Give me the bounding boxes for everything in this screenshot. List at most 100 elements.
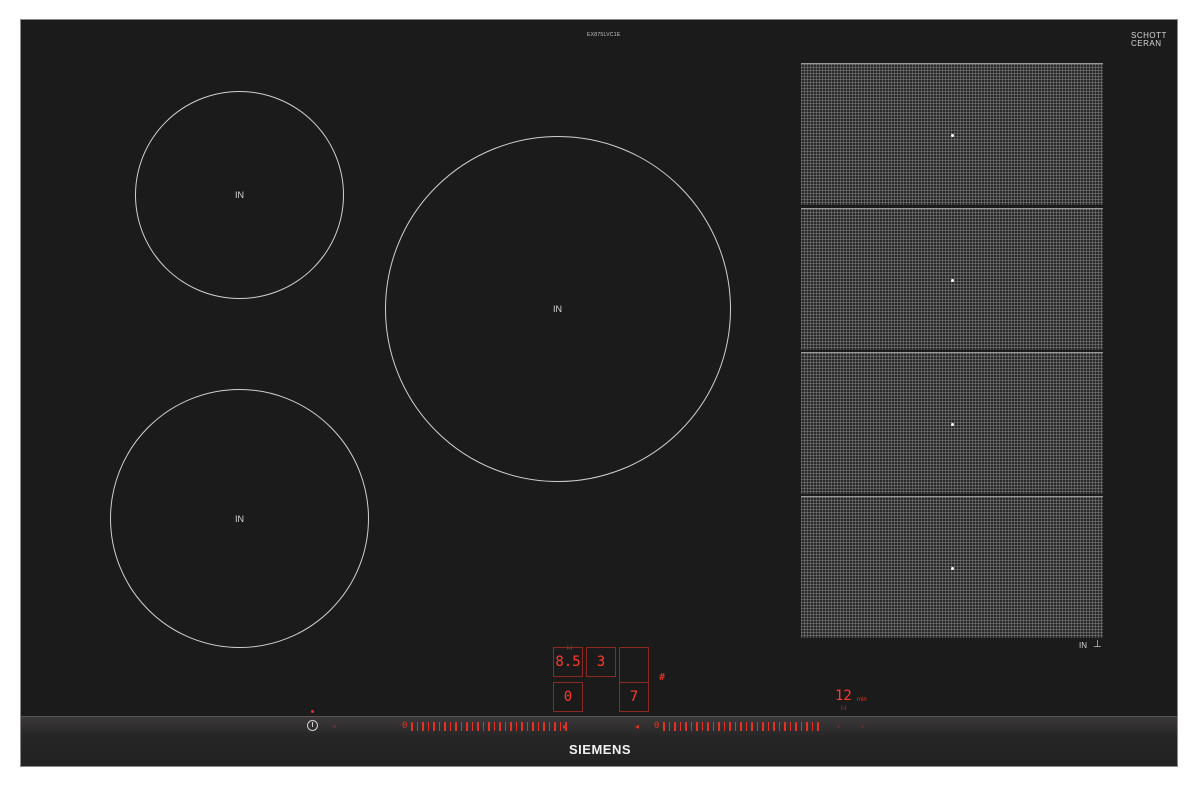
segment-marker: [951, 567, 954, 570]
slider-tick[interactable]: [679, 721, 682, 731]
slider-tick[interactable]: [433, 721, 435, 731]
slider-tick[interactable]: [767, 721, 770, 731]
timer-button-icon[interactable]: ◦: [837, 722, 840, 731]
display-value-e: 7: [629, 689, 639, 705]
slider-tick[interactable]: [723, 721, 726, 731]
slider-tick[interactable]: [422, 721, 424, 731]
slider-tick[interactable]: [438, 721, 441, 731]
brand-logo: SIEMENS: [569, 742, 632, 757]
slider-tick[interactable]: [784, 721, 786, 731]
display-value-a: 8.5: [555, 654, 581, 670]
slider-tick[interactable]: [510, 721, 512, 731]
slider-tick[interactable]: [806, 721, 808, 731]
timer-value: 12: [835, 688, 852, 704]
slider-tick[interactable]: [701, 721, 704, 731]
flex-zone-segment-3[interactable]: [801, 352, 1103, 494]
slider-tick[interactable]: [734, 721, 737, 731]
slider-tick[interactable]: [800, 721, 803, 731]
flex-zone-segment-1[interactable]: [801, 63, 1103, 205]
schott-ceran-logo: SCHOTT CERAN: [1131, 32, 1167, 48]
slider-tick[interactable]: [690, 721, 693, 731]
flex-zone-segment-4[interactable]: [801, 496, 1103, 638]
lock-icon[interactable]: ▫: [333, 722, 336, 731]
slider-tick[interactable]: [712, 721, 715, 731]
slider-right[interactable]: 0: [654, 721, 819, 731]
slider-tick[interactable]: [537, 721, 540, 731]
slider-tick[interactable]: [460, 721, 463, 731]
slider-tick[interactable]: [455, 721, 457, 731]
boost-icon[interactable]: ▸: [563, 722, 567, 731]
display-hash: #: [659, 672, 666, 683]
slider-tick[interactable]: [778, 721, 781, 731]
flex-zone-segment-2[interactable]: [801, 208, 1103, 350]
slider-tick[interactable]: [521, 721, 523, 731]
slider-left[interactable]: 0: [402, 721, 567, 731]
zone-label-center: IN: [553, 304, 562, 314]
slider-tick[interactable]: [515, 721, 518, 731]
zone-label-bottom-left: IN: [235, 514, 244, 524]
slider-tick[interactable]: [532, 721, 534, 731]
slider-tick[interactable]: [411, 721, 413, 731]
slider-tick[interactable]: [773, 721, 775, 731]
display-zone-a: 8.5: [553, 647, 583, 677]
segment-marker: [951, 279, 954, 282]
slider-tick[interactable]: [488, 721, 490, 731]
flex-induction-icon: ⊥: [1093, 639, 1102, 650]
slider-tick[interactable]: [674, 721, 676, 731]
flex-zone-label: IN: [1079, 641, 1087, 650]
slider-tick[interactable]: [789, 721, 792, 731]
slider-tick[interactable]: [740, 721, 742, 731]
slider-tick[interactable]: [811, 721, 814, 731]
slider-tick[interactable]: [795, 721, 797, 731]
settings-button-icon[interactable]: ◦: [861, 722, 864, 731]
slider-tick[interactable]: [559, 721, 562, 731]
slider-tick[interactable]: [729, 721, 731, 731]
slider-tick[interactable]: [499, 721, 501, 731]
slider-tick[interactable]: [504, 721, 507, 731]
slider-tick[interactable]: [449, 721, 452, 731]
slider-left-ticks: [411, 721, 567, 731]
slider-tick[interactable]: [526, 721, 529, 731]
display-value-b: 3: [596, 654, 606, 670]
slider-tick[interactable]: [471, 721, 474, 731]
power-icon[interactable]: [307, 720, 318, 731]
status-dot: [311, 710, 314, 713]
slider-tick[interactable]: [751, 721, 753, 731]
slider-tick[interactable]: [466, 721, 468, 731]
slider-tick[interactable]: [548, 721, 551, 731]
slider-tick[interactable]: [685, 721, 687, 731]
slider-tick[interactable]: [493, 721, 496, 731]
zone-label-top-left: IN: [235, 190, 244, 200]
slider-right-ticks: [663, 721, 819, 731]
slider-left-start: 0: [402, 721, 408, 731]
slider-tick[interactable]: [707, 721, 709, 731]
slider-tick[interactable]: [416, 721, 419, 731]
slider-tick[interactable]: [817, 721, 819, 731]
segment-marker: [951, 423, 954, 426]
cooktop-surface: EX875LVC1E SCHOTT CERAN IN IN IN IN ⊥ I-…: [20, 19, 1178, 767]
display-zone-e: 7: [619, 682, 649, 712]
slider-tick[interactable]: [477, 721, 479, 731]
slider-tick[interactable]: [554, 721, 556, 731]
slider-tick[interactable]: [756, 721, 759, 731]
display-zone-b: 3: [586, 647, 616, 677]
slider-tick[interactable]: [482, 721, 485, 731]
slider-tick[interactable]: [745, 721, 748, 731]
slider-tick[interactable]: [668, 721, 671, 731]
timer-unit: min: [857, 697, 867, 703]
segment-marker: [951, 134, 954, 137]
slider-tick[interactable]: [696, 721, 698, 731]
slider-tick[interactable]: [663, 721, 665, 731]
display-value-d: 0: [563, 689, 573, 705]
display-zone-d: 0: [553, 682, 583, 712]
slider-tick[interactable]: [427, 721, 430, 731]
slider-tick[interactable]: [762, 721, 764, 731]
logo-line2: CERAN: [1131, 39, 1162, 48]
slider-tick[interactable]: [718, 721, 720, 731]
slider-tick[interactable]: [543, 721, 545, 731]
model-label: EX875LVC1E: [587, 32, 621, 38]
zone-select-icon[interactable]: ◂: [635, 722, 639, 731]
slider-right-start: 0: [654, 721, 660, 731]
timer-icon: I-I: [841, 706, 847, 712]
slider-tick[interactable]: [444, 721, 446, 731]
